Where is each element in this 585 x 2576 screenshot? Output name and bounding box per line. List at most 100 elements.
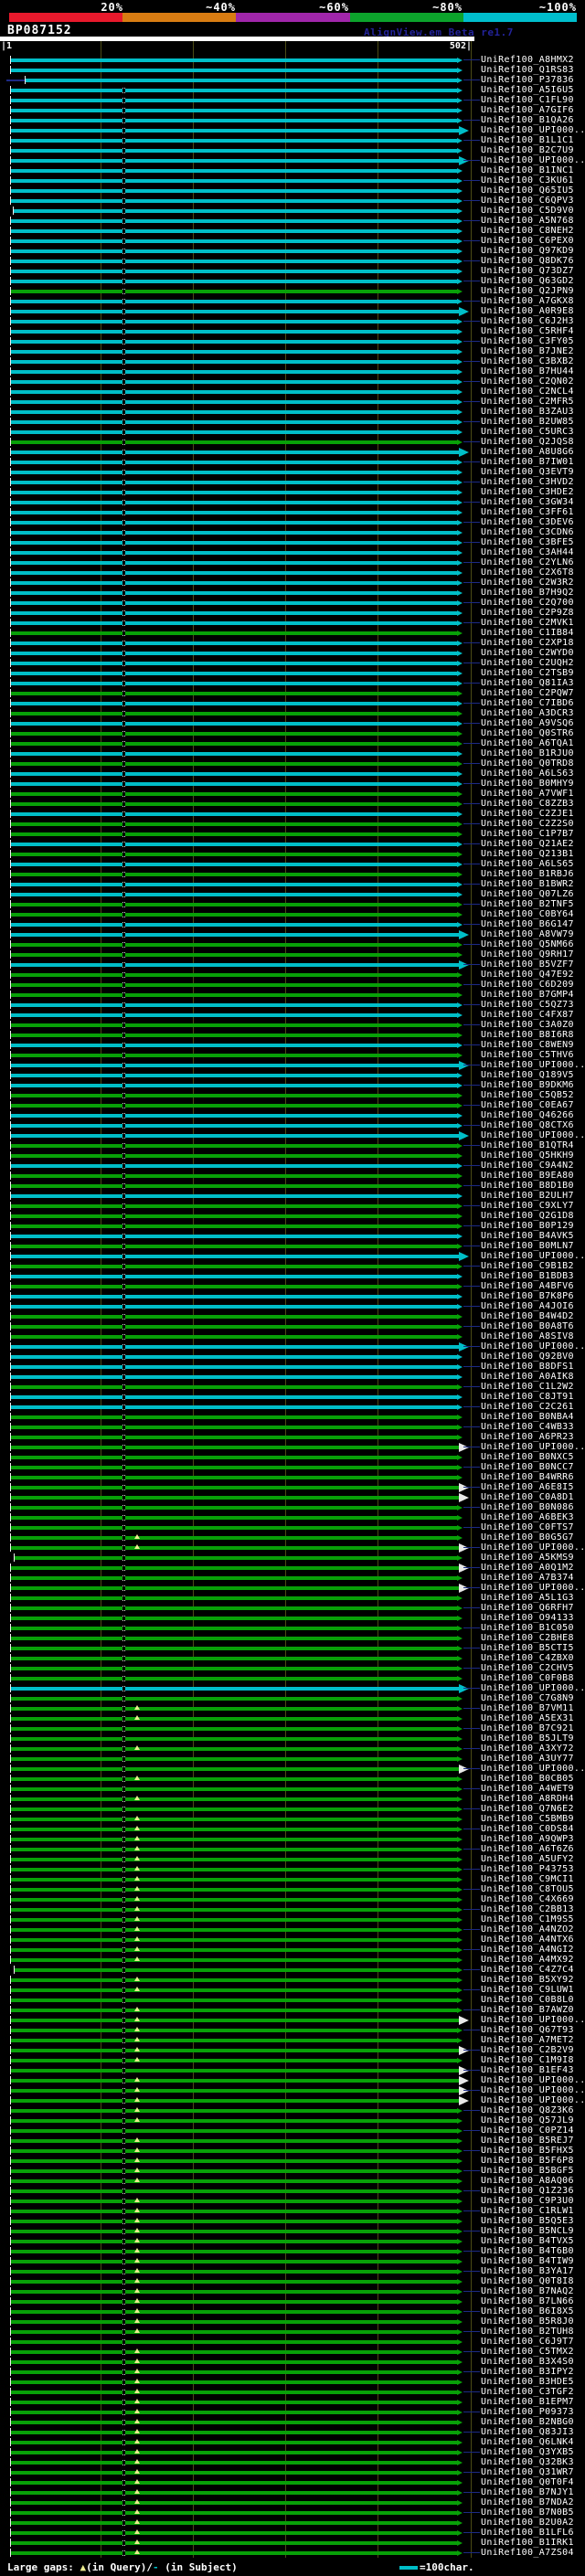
subject-label[interactable]: UniRef100_Q83JI3 <box>481 2427 574 2437</box>
alignment-bar[interactable] <box>11 1385 457 1389</box>
subject-label[interactable]: UniRef100_C2W3R2 <box>481 578 574 588</box>
alignment-bar[interactable] <box>11 2340 457 2344</box>
subject-label[interactable]: UniRef100_C3TGF2 <box>481 2387 574 2397</box>
alignment-bar[interactable] <box>11 2109 457 2113</box>
subject-label[interactable]: UniRef100_A7VWF1 <box>481 789 574 799</box>
subject-label[interactable]: UniRef100_C9A4N2 <box>481 1161 574 1171</box>
alignment-bar[interactable] <box>11 933 459 937</box>
subject-label[interactable]: UniRef100_Q8DK76 <box>481 256 574 266</box>
alignment-bar[interactable] <box>11 1807 457 1811</box>
alignment-bar[interactable] <box>11 652 457 655</box>
subject-label[interactable]: UniRef100_C5THV6 <box>481 1050 574 1060</box>
alignment-bar[interactable] <box>11 662 457 665</box>
alignment-bar[interactable] <box>11 2210 457 2213</box>
subject-label[interactable]: UniRef100_C8TOU5 <box>481 1884 574 1894</box>
subject-label[interactable]: UniRef100_B6I8X5 <box>481 2306 574 2316</box>
alignment-bar[interactable] <box>11 2169 457 2173</box>
subject-label[interactable]: UniRef100_B0A8T6 <box>481 1321 574 1331</box>
subject-label[interactable]: UniRef100_Q67T93 <box>481 2025 574 2035</box>
subject-label[interactable]: UniRef100_C8NEH2 <box>481 226 574 236</box>
subject-label[interactable]: UniRef100_UPI000.. <box>481 1251 585 1261</box>
subject-label[interactable]: UniRef100_A6TQA1 <box>481 738 574 748</box>
subject-label[interactable]: UniRef100_C3FY05 <box>481 336 574 346</box>
alignment-bar[interactable] <box>11 672 457 675</box>
subject-label[interactable]: UniRef100_B8I6R8 <box>481 1030 574 1040</box>
subject-label[interactable]: UniRef100_C1RLW1 <box>481 2206 574 2216</box>
subject-label[interactable]: UniRef100_C2YLN6 <box>481 557 574 567</box>
alignment-bar[interactable] <box>11 340 457 344</box>
alignment-bar[interactable] <box>11 1305 457 1309</box>
alignment-bar[interactable] <box>11 1456 457 1459</box>
alignment-bar[interactable] <box>11 1275 457 1278</box>
alignment-bar[interactable] <box>11 2330 457 2334</box>
subject-label[interactable]: UniRef100_B7H9Q2 <box>481 588 574 598</box>
subject-label[interactable]: UniRef100_Q47E92 <box>481 970 574 980</box>
alignment-bar[interactable] <box>11 2240 457 2243</box>
subject-label[interactable]: UniRef100_A4NZO2 <box>481 1924 574 1935</box>
alignment-bar[interactable] <box>11 1868 457 1871</box>
alignment-bar[interactable] <box>11 461 457 464</box>
alignment-bar[interactable] <box>11 2521 457 2525</box>
alignment-bar[interactable] <box>11 2220 457 2223</box>
alignment-bar[interactable] <box>11 2531 457 2535</box>
alignment-bar[interactable] <box>11 2029 457 2032</box>
alignment-bar[interactable] <box>11 1114 457 1118</box>
alignment-bar[interactable] <box>11 1606 457 1610</box>
subject-label[interactable]: UniRef100_C8WEN9 <box>481 1040 574 1050</box>
subject-label[interactable]: UniRef100_C2PQW7 <box>481 688 574 698</box>
subject-label[interactable]: UniRef100_C3BFE5 <box>481 537 574 547</box>
subject-label[interactable]: UniRef100_B5FHX5 <box>481 2146 574 2156</box>
alignment-bar[interactable] <box>11 129 459 133</box>
alignment-bar[interactable] <box>11 601 457 605</box>
subject-label[interactable]: UniRef100_B2UW85 <box>481 417 574 427</box>
alignment-bar[interactable] <box>11 1938 457 1942</box>
alignment-bar[interactable] <box>11 2380 457 2384</box>
subject-label[interactable]: UniRef100_A5KMS9 <box>481 1553 574 1563</box>
alignment-bar[interactable] <box>11 370 457 374</box>
subject-label[interactable]: UniRef100_B0N086 <box>481 1502 574 1512</box>
subject-label[interactable]: UniRef100_Q97KD9 <box>481 246 574 256</box>
alignment-bar[interactable] <box>11 1174 457 1178</box>
subject-label[interactable]: UniRef100_B2TUH8 <box>481 2327 574 2337</box>
subject-label[interactable]: UniRef100_C0PZ14 <box>481 2125 574 2136</box>
subject-label[interactable]: UniRef100_P37836 <box>481 75 574 85</box>
alignment-bar[interactable] <box>11 280 457 283</box>
alignment-bar[interactable] <box>11 1908 457 1912</box>
subject-label[interactable]: UniRef100_UPI000.. <box>481 1130 585 1140</box>
alignment-bar[interactable] <box>11 591 457 595</box>
subject-label[interactable]: UniRef100_Q65IU5 <box>481 186 574 196</box>
subject-label[interactable]: UniRef100_B0CB05 <box>481 1774 574 1784</box>
alignment-bar[interactable] <box>11 471 457 474</box>
subject-label[interactable]: UniRef100_A8U8G6 <box>481 447 574 457</box>
alignment-bar[interactable] <box>11 883 457 886</box>
alignment-bar[interactable] <box>11 692 457 695</box>
alignment-bar[interactable] <box>11 702 457 705</box>
subject-label[interactable]: UniRef100_B1IRK1 <box>481 2538 574 2548</box>
subject-label[interactable]: UniRef100_Q63GD2 <box>481 276 574 286</box>
alignment-bar[interactable] <box>11 953 457 957</box>
alignment-bar[interactable] <box>11 1355 457 1359</box>
alignment-bar[interactable] <box>11 2230 457 2233</box>
alignment-bar[interactable] <box>11 149 457 153</box>
alignment-bar[interactable] <box>11 260 457 263</box>
subject-label[interactable]: UniRef100_B0MLN7 <box>481 1241 574 1251</box>
subject-label[interactable]: UniRef100_Q5NM66 <box>481 939 574 949</box>
alignment-bar[interactable] <box>11 239 457 243</box>
alignment-bar[interactable] <box>11 2491 457 2495</box>
alignment-bar[interactable] <box>11 2009 457 2012</box>
alignment-bar[interactable] <box>11 2350 457 2354</box>
alignment-bar[interactable] <box>11 1315 457 1319</box>
alignment-bar[interactable] <box>11 1617 457 1620</box>
alignment-bar[interactable] <box>11 2320 457 2324</box>
alignment-bar[interactable] <box>14 209 457 213</box>
alignment-bar[interactable] <box>11 1888 457 1892</box>
alignment-bar[interactable] <box>11 1134 459 1138</box>
alignment-bar[interactable] <box>11 1044 457 1047</box>
subject-label[interactable]: UniRef100_C8JT91 <box>481 1392 574 1402</box>
alignment-bar[interactable] <box>11 2149 457 2153</box>
subject-label[interactable]: UniRef100_B8D1B0 <box>481 1181 574 1191</box>
subject-label[interactable]: UniRef100_C8ZZB3 <box>481 799 574 809</box>
alignment-bar[interactable] <box>11 400 457 404</box>
alignment-bar[interactable] <box>11 1818 457 1821</box>
subject-label[interactable]: UniRef100_C2WYD0 <box>481 648 574 658</box>
